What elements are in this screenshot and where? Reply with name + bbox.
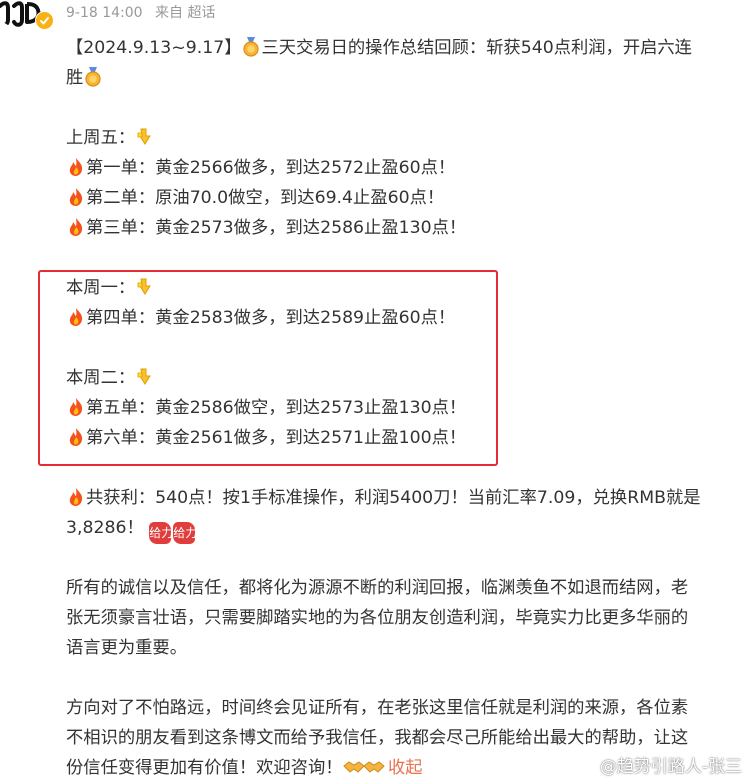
trade-text: 第三单：黄金2573做多，到达2586止盈130点！	[86, 218, 467, 238]
fire-icon	[66, 427, 86, 447]
day-label: 上周五：	[66, 128, 136, 148]
trade-text: 第二单：原油70.0做空，到达69.4止盈60点！	[86, 188, 445, 208]
total-text-cont: 3,8286！	[66, 518, 144, 538]
paragraph-line: 语言更为重要。	[66, 638, 187, 658]
trade-line: 第一单：黄金2566做多，到达2572止盈60点！	[66, 154, 750, 184]
watermark: @趋势引路人-张三	[574, 752, 742, 777]
point-down-icon	[135, 127, 155, 147]
geili-emoji-icon: 给力	[173, 522, 197, 544]
day-label: 本周一：	[66, 278, 136, 298]
point-down-icon	[135, 367, 155, 387]
total-text: 共获利：540点！按1手标准操作，利润5400刀！当前汇率7.09，兑换RMB就…	[86, 488, 701, 508]
verified-icon	[35, 11, 54, 30]
trade-line: 第四单：黄金2583做多，到达2589止盈60点！	[66, 304, 750, 334]
trade-line: 第五单：黄金2586做空，到达2573止盈130点！	[66, 394, 750, 424]
total-line-cont: 3,8286！ 给力给力	[66, 514, 750, 544]
title-text-cont: 胜	[66, 68, 84, 88]
post-source[interactable]: 来自 超话	[155, 5, 215, 21]
handshake-icon	[342, 757, 365, 777]
geili-emoji-icon: 给力	[149, 522, 173, 544]
total-line: 共获利：540点！按1手标准操作，利润5400刀！当前汇率7.09，兑换RMB就…	[66, 484, 750, 514]
weibo-logo-icon	[574, 756, 596, 774]
title-date: 【2024.9.13~9.17】	[66, 38, 242, 58]
post-timestamp[interactable]: 9-18 14:00	[66, 5, 143, 21]
fire-icon	[66, 157, 86, 177]
trade-line: 第三单：黄金2573做多，到达2586止盈130点！	[66, 214, 750, 244]
day-label: 本周二：	[66, 368, 136, 388]
fire-icon	[66, 397, 86, 417]
title-text: 三天交易日的操作总结回顾：斩获540点利润，开启六连	[261, 38, 692, 58]
paragraph-line: 张无须豪言壮语，只需要脚踏实地的为各位朋友创造利润，毕竟实力比更多华丽的	[66, 608, 689, 628]
fire-icon	[66, 487, 86, 507]
paragraph-line: 不相识的朋友看到这条博文而给予我信任，我都会尽己所能给出最大的帮助，让这	[66, 728, 689, 748]
paragraph-line: 方向对了不怕路远，时间终会见证所有，在老张这里信任就是利润的来源，各位素	[66, 698, 689, 718]
trade-line: 第六单：黄金2561做多，到达2571止盈100点！	[66, 424, 750, 454]
trade-text: 第六单：黄金2561做多，到达2571止盈100点！	[86, 428, 467, 448]
medal-icon	[241, 37, 261, 57]
friday-label: 上周五：	[66, 124, 750, 154]
post-title-cont: 胜	[66, 64, 750, 94]
point-down-icon	[135, 277, 155, 297]
fire-icon	[66, 187, 86, 207]
monday-label: 本周一：	[66, 274, 750, 304]
post-title: 【2024.9.13~9.17】 三天交易日的操作总结回顾：斩获540点利润，开启…	[66, 34, 750, 64]
fire-icon	[66, 307, 86, 327]
trade-text: 第一单：黄金2566做多，到达2572止盈60点！	[86, 158, 456, 178]
watermark-text: @趋势引路人-张三	[599, 757, 742, 777]
paragraph-text: 份信任变得更加有价值！欢迎咨询！	[66, 758, 343, 778]
trade-line: 第二单：原油70.0做空，到达69.4止盈60点！	[66, 184, 750, 214]
fire-icon	[66, 217, 86, 237]
trade-text: 第五单：黄金2586做空，到达2573止盈130点！	[86, 398, 467, 418]
paragraph-line: 所有的诚信以及信任，都将化为源源不断的利润回报，临渊羡鱼不如退而结网，老	[66, 578, 689, 598]
medal-icon	[83, 67, 103, 87]
tuesday-label: 本周二：	[66, 364, 750, 394]
handshake-icon	[362, 757, 385, 777]
collapse-link[interactable]: 收起	[388, 758, 423, 778]
trade-text: 第四单：黄金2583做多，到达2589止盈60点！	[86, 308, 456, 328]
post-meta: 9-18 14:00 来自 超话	[66, 2, 215, 24]
